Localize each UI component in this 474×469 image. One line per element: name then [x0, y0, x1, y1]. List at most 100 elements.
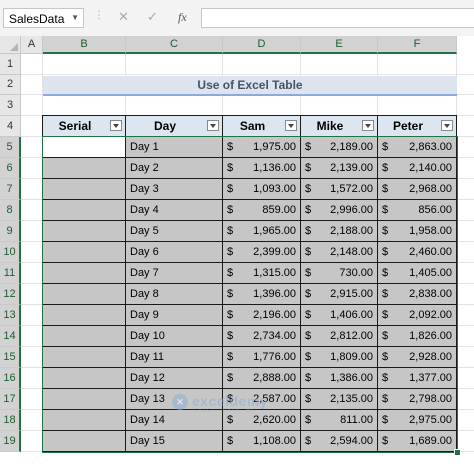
table-cell-sam[interactable]: $2,196.00: [223, 305, 301, 326]
table-cell-mike[interactable]: $811.00: [301, 410, 378, 431]
table-cell-peter[interactable]: $2,863.00: [378, 137, 457, 158]
cancel-icon[interactable]: ✕: [118, 9, 129, 25]
table-cell-serial[interactable]: [43, 179, 126, 200]
table-cell-day[interactable]: Day 3: [126, 179, 223, 200]
enter-icon[interactable]: ✓: [147, 9, 158, 25]
row-header-15[interactable]: 15: [0, 347, 21, 368]
table-cell-peter[interactable]: $2,798.00: [378, 389, 457, 410]
table-cell-day[interactable]: Day 8: [126, 284, 223, 305]
table-cell-mike[interactable]: $2,996.00: [301, 200, 378, 221]
table-cell-day[interactable]: Day 5: [126, 221, 223, 242]
row-header-18[interactable]: 18: [0, 410, 21, 431]
row-header-4[interactable]: 4: [0, 116, 21, 137]
row-header-10[interactable]: 10: [0, 242, 21, 263]
table-cell-peter[interactable]: $1,958.00: [378, 221, 457, 242]
table-cell-mike[interactable]: $2,594.00: [301, 431, 378, 452]
table-cell-sam[interactable]: $1,396.00: [223, 284, 301, 305]
row-header-11[interactable]: 11: [0, 263, 21, 284]
formula-input[interactable]: [201, 8, 474, 28]
row-header-14[interactable]: 14: [0, 326, 21, 347]
row-header-13[interactable]: 13: [0, 305, 21, 326]
table-cell-peter[interactable]: $2,140.00: [378, 158, 457, 179]
table-cell-peter[interactable]: $2,975.00: [378, 410, 457, 431]
table-cell-day[interactable]: Day 12: [126, 368, 223, 389]
fill-handle[interactable]: [454, 449, 461, 456]
table-header-serial[interactable]: Serial: [43, 116, 126, 137]
row-header-2[interactable]: 2: [0, 75, 21, 95]
table-cell-peter[interactable]: $2,968.00: [378, 179, 457, 200]
table-header-day[interactable]: Day: [126, 116, 223, 137]
row-header-12[interactable]: 12: [0, 284, 21, 305]
table-cell-serial[interactable]: [43, 431, 126, 452]
table-cell-serial[interactable]: [43, 326, 126, 347]
column-header-b[interactable]: B: [43, 36, 126, 54]
table-cell-sam[interactable]: $2,734.00: [223, 326, 301, 347]
row-header-3[interactable]: 3: [0, 95, 21, 116]
table-cell-peter[interactable]: $1,377.00: [378, 368, 457, 389]
table-cell-day[interactable]: Day 10: [126, 326, 223, 347]
table-cell-sam[interactable]: $1,108.00: [223, 431, 301, 452]
table-cell-serial[interactable]: [43, 347, 126, 368]
table-cell-sam[interactable]: $1,093.00: [223, 179, 301, 200]
row-header-1[interactable]: 1: [0, 54, 21, 75]
row-header-19[interactable]: 19: [0, 431, 21, 452]
row-header-17[interactable]: 17: [0, 389, 21, 410]
table-cell-mike[interactable]: $2,915.00: [301, 284, 378, 305]
table-cell-peter[interactable]: $1,689.00: [378, 431, 457, 452]
table-cell-serial[interactable]: [43, 242, 126, 263]
table-cell-serial[interactable]: [43, 284, 126, 305]
table-cell-mike[interactable]: $1,386.00: [301, 368, 378, 389]
table-cell-serial[interactable]: [43, 389, 126, 410]
table-cell-peter[interactable]: $1,826.00: [378, 326, 457, 347]
table-cell-sam[interactable]: $1,965.00: [223, 221, 301, 242]
table-header-sam[interactable]: Sam: [223, 116, 301, 137]
column-header-d[interactable]: D: [223, 36, 301, 54]
column-header-c[interactable]: C: [126, 36, 223, 54]
table-cell-peter[interactable]: $2,092.00: [378, 305, 457, 326]
table-cell-day[interactable]: Day 6: [126, 242, 223, 263]
table-cell-day[interactable]: Day 4: [126, 200, 223, 221]
table-cell-day[interactable]: Day 9: [126, 305, 223, 326]
table-cell-mike[interactable]: $2,135.00: [301, 389, 378, 410]
column-header-e[interactable]: E: [301, 36, 378, 54]
name-box[interactable]: SalesData ▼: [3, 8, 84, 28]
row-header-5[interactable]: 5: [0, 137, 21, 158]
table-cell-mike[interactable]: $730.00: [301, 263, 378, 284]
table-cell-peter[interactable]: $856.00: [378, 200, 457, 221]
table-cell-mike[interactable]: $2,812.00: [301, 326, 378, 347]
row-header-8[interactable]: 8: [0, 200, 21, 221]
row-header-7[interactable]: 7: [0, 179, 21, 200]
table-cell-peter[interactable]: $2,460.00: [378, 242, 457, 263]
table-cell-sam[interactable]: $859.00: [223, 200, 301, 221]
table-cell-mike[interactable]: $2,189.00: [301, 137, 378, 158]
table-cell-mike[interactable]: $1,406.00: [301, 305, 378, 326]
table-cell-day[interactable]: Day 7: [126, 263, 223, 284]
filter-dropdown-icon[interactable]: [285, 120, 297, 131]
table-header-peter[interactable]: Peter: [378, 116, 457, 137]
table-cell-mike[interactable]: $2,188.00: [301, 221, 378, 242]
table-cell-sam[interactable]: $2,399.00: [223, 242, 301, 263]
table-cell-peter[interactable]: $2,928.00: [378, 347, 457, 368]
table-cell-mike[interactable]: $1,809.00: [301, 347, 378, 368]
row-header-6[interactable]: 6: [0, 158, 21, 179]
column-header-a[interactable]: A: [21, 36, 43, 54]
table-cell-day[interactable]: Day 1: [126, 137, 223, 158]
table-cell-sam[interactable]: $1,136.00: [223, 158, 301, 179]
table-cell-serial[interactable]: [43, 368, 126, 389]
row-header-16[interactable]: 16: [0, 368, 21, 389]
table-cell-sam[interactable]: $1,975.00: [223, 137, 301, 158]
table-header-mike[interactable]: Mike: [301, 116, 378, 137]
column-header-f[interactable]: F: [378, 36, 457, 54]
table-cell-mike[interactable]: $1,572.00: [301, 179, 378, 200]
table-cell-day[interactable]: Day 11: [126, 347, 223, 368]
insert-function-icon[interactable]: fx: [178, 10, 187, 25]
table-cell-sam[interactable]: $2,888.00: [223, 368, 301, 389]
table-cell-sam[interactable]: $1,315.00: [223, 263, 301, 284]
filter-dropdown-icon[interactable]: [441, 120, 453, 131]
filter-dropdown-icon[interactable]: [362, 120, 374, 131]
table-cell-day[interactable]: Day 15: [126, 431, 223, 452]
select-all-corner[interactable]: [0, 36, 21, 54]
row-header-9[interactable]: 9: [0, 221, 21, 242]
filter-dropdown-icon[interactable]: [207, 120, 219, 131]
filter-dropdown-icon[interactable]: [110, 120, 122, 131]
